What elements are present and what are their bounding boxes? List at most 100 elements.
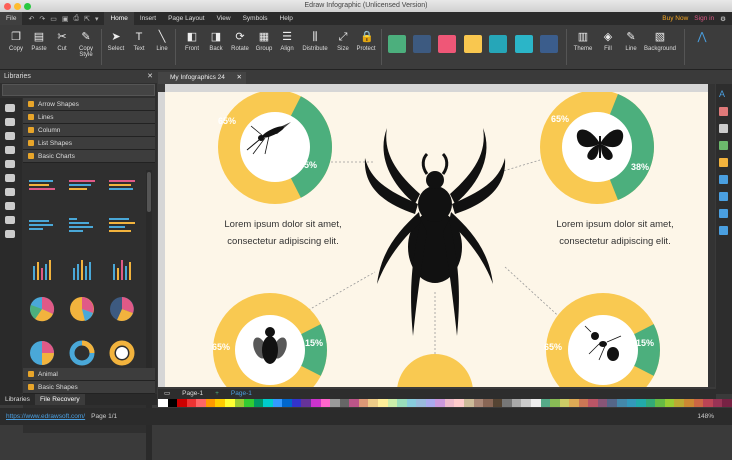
thumb-bar-chart[interactable] (69, 180, 95, 190)
palette-color-swatch[interactable] (636, 399, 646, 407)
palette-color-swatch[interactable] (406, 399, 417, 407)
palette-color-swatch[interactable] (167, 399, 178, 407)
page-list-icon[interactable]: ▭ (158, 389, 176, 399)
paste-button[interactable]: ▤ Paste (27, 29, 51, 52)
palette-color-swatch[interactable] (272, 399, 283, 407)
palette-color-swatch[interactable] (521, 399, 531, 407)
thumb-column-chart[interactable] (73, 260, 91, 280)
palette-color-swatch[interactable] (530, 399, 541, 407)
palette-color-swatch[interactable] (693, 399, 704, 407)
line-style-button[interactable]: ✎ Line (619, 29, 643, 52)
palette-color-swatch[interactable] (320, 399, 331, 407)
palette-color-swatch[interactable] (339, 399, 350, 407)
theme-button[interactable]: ▥ Theme (571, 29, 595, 52)
thumb-column-chart[interactable] (33, 260, 51, 280)
palette-color-swatch[interactable] (540, 399, 551, 407)
print-icon[interactable]: ⎙ (73, 15, 79, 23)
palette-color-swatch[interactable] (186, 399, 197, 407)
copy-button[interactable]: ❐ Copy (4, 29, 28, 52)
palette-color-swatch[interactable] (683, 399, 694, 407)
palette-color-swatch[interactable] (664, 399, 675, 407)
line-panel-icon[interactable] (719, 124, 728, 133)
left-text-block[interactable]: Lorem ipsum dolor sit amet, consectetur … (193, 216, 373, 250)
page-selector[interactable]: Page-1 (176, 389, 209, 399)
palette-color-swatch[interactable] (377, 399, 388, 407)
thumb-bar-chart[interactable] (109, 218, 135, 232)
category-column[interactable]: Column (23, 124, 155, 137)
palette-color-swatch[interactable] (473, 399, 484, 407)
collapse-ribbon-button[interactable]: ⋀ (690, 29, 714, 46)
category-list-shapes[interactable]: List Shapes (23, 137, 155, 150)
palette-color-swatch[interactable] (177, 399, 187, 407)
close-tab-icon[interactable]: ✕ (237, 72, 242, 84)
close-icon[interactable]: ✕ (147, 70, 153, 83)
library-icon[interactable] (5, 216, 15, 224)
redo-icon[interactable]: ↷ (39, 15, 45, 23)
theme-color-swatch[interactable] (489, 35, 507, 53)
buy-now-link[interactable]: Buy Now (662, 15, 688, 23)
palette-color-swatch[interactable] (397, 399, 407, 407)
palette-color-swatch[interactable] (703, 399, 713, 407)
canvas-vertical-scrollbar[interactable] (708, 84, 715, 387)
library-icon[interactable] (5, 146, 15, 154)
layer-panel-icon[interactable] (719, 158, 728, 167)
donut-chart-mosquito[interactable] (218, 92, 332, 204)
line-button[interactable]: ╲ Line (150, 29, 174, 52)
palette-color-swatch[interactable] (454, 399, 464, 407)
palette-color-swatch[interactable] (282, 399, 292, 407)
palette-color-swatch[interactable] (301, 399, 311, 407)
library-icon[interactable] (5, 230, 15, 238)
thumb-donut-chart[interactable] (69, 340, 95, 366)
menu-view[interactable]: View (211, 12, 237, 25)
palette-color-swatch[interactable] (158, 399, 168, 407)
front-button[interactable]: ◧ Front (180, 29, 204, 52)
palette-color-swatch[interactable] (712, 399, 723, 407)
palette-color-swatch[interactable] (291, 399, 302, 407)
export-icon[interactable]: ⇱ (84, 15, 90, 23)
rotate-button[interactable]: ⟳ Rotate (228, 29, 252, 52)
copy-style-button[interactable]: ✎ Copy Style (74, 29, 98, 58)
fill-button[interactable]: ◈ Fill (596, 29, 620, 52)
palette-color-swatch[interactable] (196, 399, 206, 407)
customize-icon[interactable]: ▾ (95, 15, 99, 23)
library-icon[interactable] (5, 160, 15, 168)
group-button[interactable]: ▦ Group (252, 29, 276, 52)
library-icon[interactable] (5, 174, 15, 182)
text-button[interactable]: T Text (127, 29, 151, 52)
back-button[interactable]: ◨ Back (204, 29, 228, 52)
thumb-column-chart[interactable] (113, 260, 131, 280)
theme-color-swatch[interactable] (438, 35, 456, 53)
note-panel-icon[interactable] (719, 226, 728, 235)
palette-color-swatch[interactable] (234, 399, 245, 407)
thumb-bar-chart[interactable] (109, 180, 135, 190)
palette-color-swatch[interactable] (722, 399, 732, 407)
image-panel-icon[interactable] (719, 141, 728, 150)
library-icon[interactable] (5, 132, 15, 140)
palette-color-swatch[interactable] (444, 399, 455, 407)
page-panel-icon[interactable] (719, 175, 728, 184)
maximize-window-button[interactable] (24, 3, 31, 10)
background-button[interactable]: ▧ Background (642, 29, 678, 52)
palette-color-swatch[interactable] (578, 399, 589, 407)
theme-color-swatch[interactable] (388, 35, 406, 53)
undo-icon[interactable]: ↶ (28, 15, 34, 23)
distribute-button[interactable]: ⫼ Distribute (300, 29, 330, 52)
thumb-donut-chart[interactable] (109, 340, 135, 366)
size-button[interactable]: ⤢ Size (331, 29, 355, 52)
zoom-level[interactable]: 148% (697, 408, 732, 425)
theme-color-swatch[interactable] (515, 35, 533, 53)
hyperlink-panel-icon[interactable] (719, 192, 728, 201)
menu-home[interactable]: Home (104, 12, 134, 25)
palette-color-swatch[interactable] (387, 399, 398, 407)
menu-help[interactable]: Help (274, 12, 299, 25)
palette-color-swatch[interactable] (674, 399, 684, 407)
palette-color-swatch[interactable] (569, 399, 579, 407)
thumb-bar-chart[interactable] (69, 218, 93, 232)
library-search-input[interactable] (2, 84, 155, 96)
palette-color-swatch[interactable] (425, 399, 436, 407)
palette-color-swatch[interactable] (311, 399, 321, 407)
data-panel-icon[interactable] (719, 209, 728, 218)
palette-color-swatch[interactable] (597, 399, 608, 407)
theme-color-swatch[interactable] (464, 35, 482, 53)
close-window-button[interactable] (4, 3, 11, 10)
